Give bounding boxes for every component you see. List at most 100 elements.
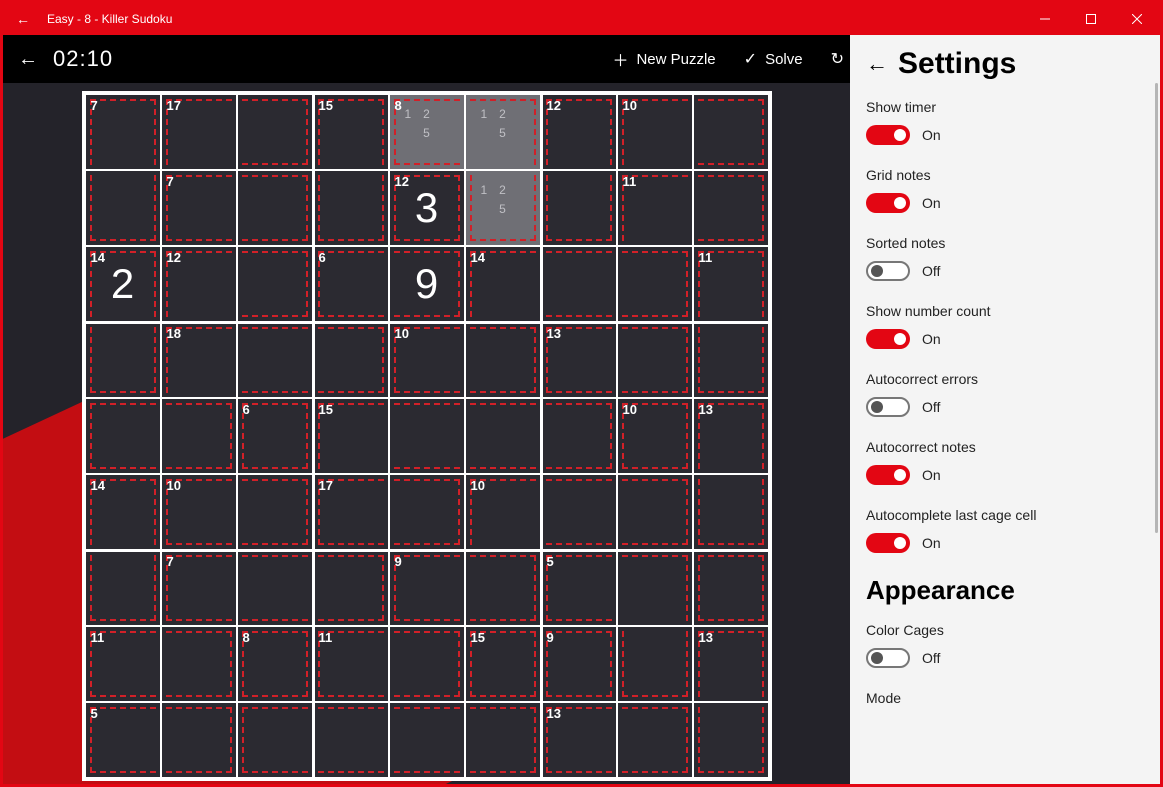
toggle-state-label: On bbox=[922, 195, 941, 211]
setting-item: Sorted notesOff bbox=[866, 235, 1144, 281]
cage-edge bbox=[242, 403, 308, 469]
setting-label: Show timer bbox=[866, 99, 1144, 115]
titlebar-back-icon[interactable]: ← bbox=[3, 11, 43, 27]
cage-edge bbox=[90, 327, 156, 393]
toggle-state-label: Off bbox=[922, 650, 940, 666]
toggle-switch[interactable] bbox=[866, 125, 910, 145]
new-puzzle-button[interactable]: ＋ New Puzzle bbox=[598, 47, 729, 71]
cell-notes: 125 bbox=[465, 170, 541, 246]
setting-label: Autocorrect errors bbox=[866, 371, 1144, 387]
cage-edge bbox=[546, 403, 612, 469]
cage-sum: 14 bbox=[91, 250, 105, 265]
cage-edge bbox=[242, 251, 308, 317]
toggle-state-label: On bbox=[922, 331, 941, 347]
cage-edge bbox=[622, 555, 688, 621]
setting-label: Color Cages bbox=[866, 622, 1144, 638]
appearance-heading: Appearance bbox=[866, 575, 1144, 606]
cage-edge bbox=[622, 251, 688, 317]
cage-edge bbox=[242, 479, 308, 545]
cage-edge bbox=[242, 707, 308, 773]
setting-item: Show timerOn bbox=[866, 99, 1144, 145]
close-button[interactable] bbox=[1114, 3, 1160, 35]
settings-title: Settings bbox=[898, 47, 1016, 81]
cage-sum: 10 bbox=[395, 326, 409, 341]
setting-item: Color Cages Off bbox=[866, 622, 1144, 668]
cage-sum: 11 bbox=[699, 250, 713, 265]
scrollbar[interactable] bbox=[1155, 83, 1158, 533]
cage-sum: 7 bbox=[167, 554, 174, 569]
cage-sum: 15 bbox=[319, 402, 333, 417]
toggle-state-label: On bbox=[922, 535, 941, 551]
toggle-switch[interactable] bbox=[866, 329, 910, 349]
cage-edge bbox=[470, 327, 536, 393]
cage-sum: 12 bbox=[167, 250, 181, 265]
cell-notes: 125 bbox=[465, 94, 541, 170]
setting-item: Show number count On bbox=[866, 303, 1144, 349]
settings-back-icon[interactable]: ← bbox=[866, 51, 888, 77]
settings-panel: ← Settings Show timerOnGrid notesOnSorte… bbox=[850, 35, 1160, 784]
cage-edge bbox=[166, 555, 232, 621]
cage-sum: 9 bbox=[547, 630, 554, 645]
toggle-switch[interactable] bbox=[866, 261, 910, 281]
cage-sum: 5 bbox=[547, 554, 554, 569]
setting-item: Autocomplete last cage cell On bbox=[866, 507, 1144, 553]
toggle-state-label: On bbox=[922, 467, 941, 483]
cage-edge bbox=[90, 403, 156, 469]
setting-item: Autocorrect notes On bbox=[866, 439, 1144, 485]
more-button[interactable]: ↻ bbox=[817, 49, 850, 69]
cage-edge bbox=[698, 99, 764, 165]
titlebar: ← Easy - 8 - Killer Sudoku bbox=[3, 3, 1160, 35]
cage-sum: 8 bbox=[395, 98, 402, 113]
setting-label: Show number count bbox=[866, 303, 1144, 319]
cage-sum: 13 bbox=[699, 630, 713, 645]
cage-edge bbox=[242, 175, 308, 241]
cage-sum: 14 bbox=[91, 478, 105, 493]
cage-edge bbox=[394, 631, 460, 697]
toggle-switch[interactable] bbox=[866, 193, 910, 213]
maximize-button[interactable] bbox=[1068, 3, 1114, 35]
plus-icon: ＋ bbox=[612, 47, 628, 71]
cage-edge bbox=[394, 403, 460, 469]
cage-edge bbox=[546, 631, 612, 697]
cage-sum: 5 bbox=[91, 706, 98, 721]
cage-edge bbox=[470, 707, 536, 773]
cage-edge bbox=[90, 175, 156, 241]
cage-sum: 12 bbox=[547, 98, 561, 113]
cage-edge bbox=[166, 631, 232, 697]
cage-sum: 18 bbox=[167, 326, 181, 341]
window-title: Easy - 8 - Killer Sudoku bbox=[43, 12, 1022, 26]
sudoku-board[interactable]: 7171581210712111412614111810136151013141… bbox=[82, 91, 772, 781]
minimize-button[interactable] bbox=[1022, 3, 1068, 35]
cage-sum: 10 bbox=[623, 402, 637, 417]
cage-edge bbox=[546, 175, 612, 241]
timer-display: 02:10 bbox=[53, 46, 113, 72]
setting-item: Mode bbox=[866, 690, 1144, 706]
game-area: ← 02:10 ＋ New Puzzle ✓ Solve ↻ 717158121… bbox=[3, 35, 850, 784]
cage-edge bbox=[622, 327, 688, 393]
solve-button[interactable]: ✓ Solve bbox=[730, 49, 817, 69]
cage-edge bbox=[318, 707, 384, 773]
setting-label: Autocorrect notes bbox=[866, 439, 1144, 455]
game-toolbar: ← 02:10 ＋ New Puzzle ✓ Solve ↻ bbox=[3, 35, 850, 83]
cage-edge bbox=[546, 479, 612, 545]
toggle-state-label: Off bbox=[922, 263, 940, 279]
cage-sum: 12 bbox=[395, 174, 409, 189]
toggle-switch[interactable] bbox=[866, 533, 910, 553]
cage-edge bbox=[318, 555, 384, 621]
setting-label: Autocomplete last cage cell bbox=[866, 507, 1144, 523]
toggle-switch[interactable] bbox=[866, 465, 910, 485]
cage-edge bbox=[318, 251, 384, 317]
setting-label: Grid notes bbox=[866, 167, 1144, 183]
toggle-state-label: Off bbox=[922, 399, 940, 415]
cage-edge bbox=[622, 631, 688, 697]
cage-edge bbox=[318, 175, 384, 241]
cage-sum: 7 bbox=[91, 98, 98, 113]
cage-edge bbox=[242, 99, 308, 165]
cage-sum: 13 bbox=[547, 706, 561, 721]
toggle-switch[interactable] bbox=[866, 397, 910, 417]
back-button[interactable]: ← bbox=[3, 48, 53, 71]
cage-edge bbox=[242, 631, 308, 697]
toggle-switch[interactable] bbox=[866, 648, 910, 668]
cage-edge bbox=[698, 707, 764, 773]
cage-sum: 10 bbox=[471, 478, 485, 493]
